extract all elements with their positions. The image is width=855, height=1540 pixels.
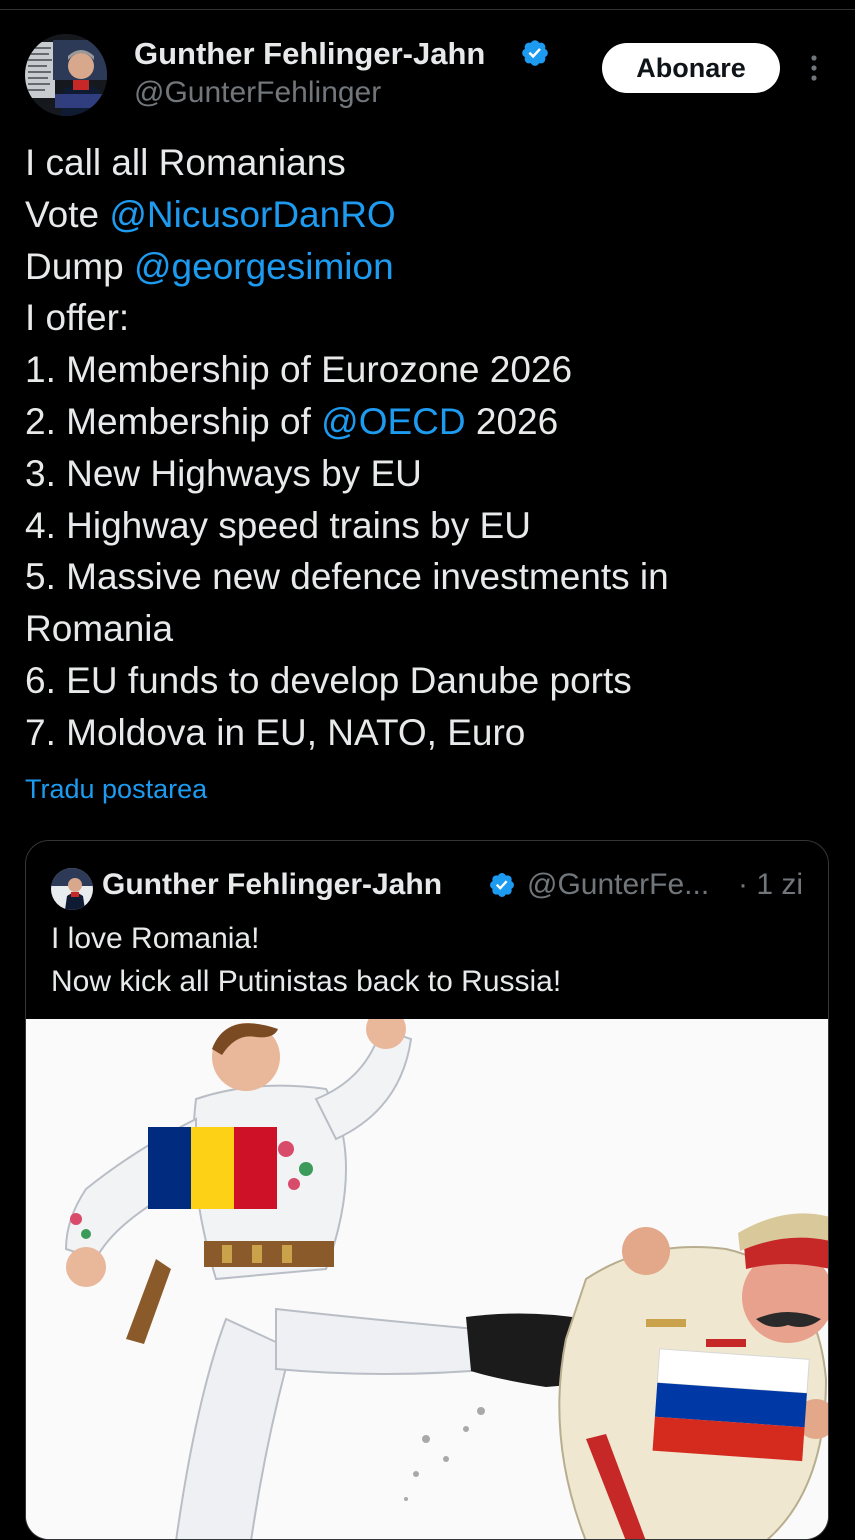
post-line-text: 2. Membership of [25, 400, 322, 442]
post-line: Dump @georgesimion [25, 241, 825, 293]
post-line: 7. Moldova in EU, NATO, Euro [25, 711, 526, 753]
post-line-text: Vote [25, 193, 110, 235]
post-line: 1. Membership of Eurozone 2026 [25, 349, 573, 391]
author-handle[interactable]: @GunterFehlinger [134, 76, 381, 110]
post-line: Vote @NicusorDanRO [25, 189, 825, 241]
author-name[interactable]: Gunther Fehlinger-Jahn [134, 36, 485, 72]
author-avatar[interactable] [25, 34, 107, 116]
quoted-post-time: · 1 zi [738, 868, 804, 901]
post-line: I call all Romanians [25, 142, 346, 183]
post-line: 3. New Highways by EU [25, 452, 422, 494]
more-vertical-icon[interactable] [804, 52, 824, 84]
quoted-post-line: I love Romania! [51, 922, 260, 955]
mention-link[interactable]: @OECD [321, 401, 465, 442]
verified-badge-icon [490, 873, 514, 897]
post-line: 4. Highway speed trains by EU [25, 504, 531, 546]
quoted-post-line: Now kick all Putinistas back to Russia! [51, 965, 562, 998]
quoted-post-image[interactable] [26, 1019, 828, 1539]
post-line-text: Dump [25, 245, 134, 287]
quoted-post[interactable]: Gunther Fehlinger-Jahn @GunterFe... · 1 … [25, 840, 829, 1540]
verified-badge-icon [522, 40, 548, 66]
top-divider [0, 9, 855, 10]
mention-link[interactable]: @NicusorDanRO [109, 194, 395, 235]
mention-link[interactable]: @georgesimion [134, 246, 394, 287]
quoted-author-handle: @GunterFe... [527, 868, 710, 901]
post-line: 2. Membership of @OECD 2026 [25, 396, 825, 448]
quoted-post-text: I love Romania! Now kick all Putinistas … [51, 917, 561, 1003]
avatar-image [25, 34, 107, 116]
post-text: I call all Romanians Vote @NicusorDanRO … [25, 137, 825, 759]
post-line-text: 2026 [465, 400, 559, 442]
post-line: I offer: [25, 297, 130, 339]
post-line: 5. Massive new defence investments in Ro… [25, 556, 669, 650]
quoted-author-name: Gunther Fehlinger-Jahn [102, 868, 443, 901]
translate-post-link[interactable]: Tradu postarea [25, 774, 207, 805]
follow-button[interactable]: Abonare [602, 43, 780, 93]
avatar-image [51, 868, 93, 910]
illustration-image [26, 1019, 828, 1539]
quoted-author-avatar [51, 868, 93, 910]
post-line: 6. EU funds to develop Danube ports [25, 659, 632, 701]
